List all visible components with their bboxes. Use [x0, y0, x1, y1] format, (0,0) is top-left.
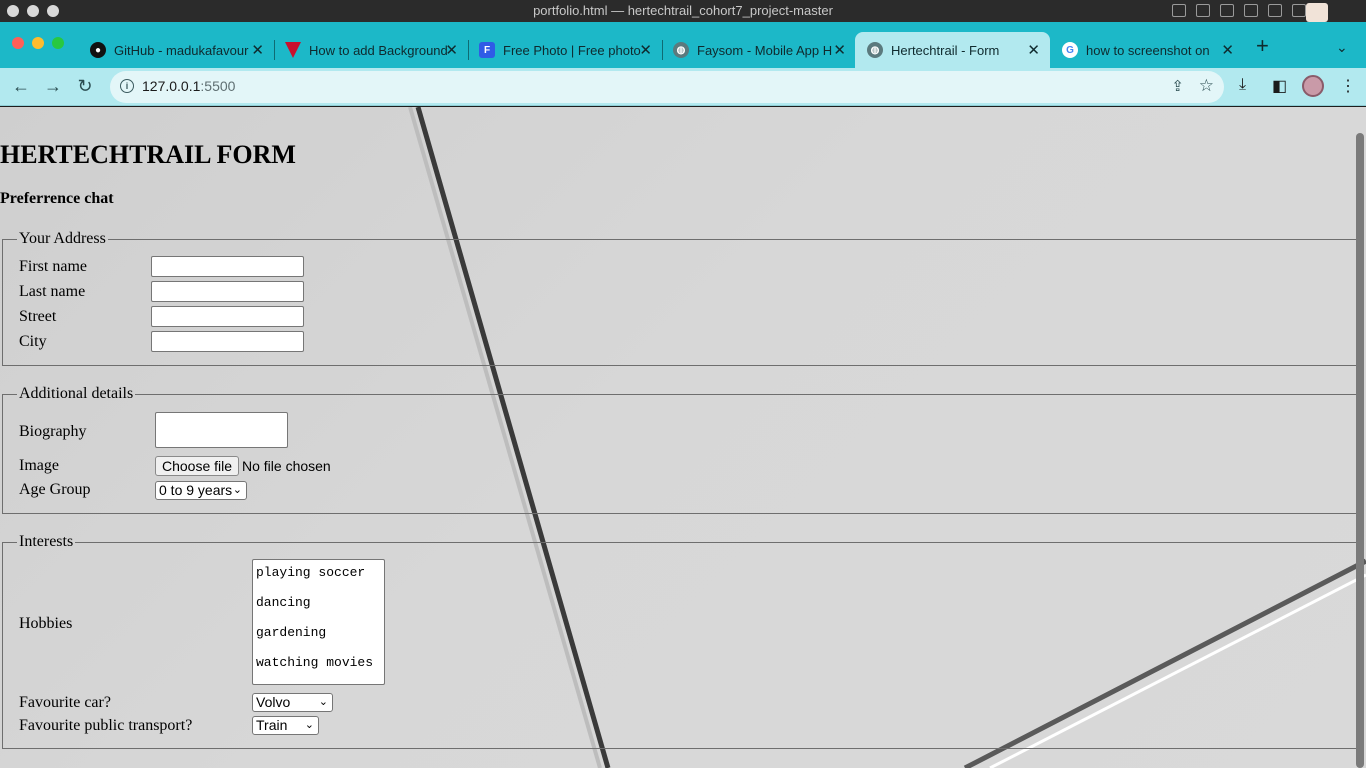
window-titlebar: portfolio.html — hertechtrail_cohort7_pr… — [0, 0, 1366, 22]
close-tab-icon[interactable]: ✕ — [251, 41, 264, 59]
layout-left-icon[interactable] — [1172, 4, 1186, 17]
tab-label: Faysom - Mobile App H — [697, 42, 833, 58]
close-tab-icon[interactable]: ✕ — [445, 41, 458, 59]
address-bar[interactable]: i 127.0.0.1:5500 ⇪ ☆ — [110, 71, 1224, 103]
chevron-down-icon: ⌄ — [318, 696, 328, 708]
layout-bottom-icon[interactable] — [1196, 4, 1210, 17]
window-title: portfolio.html — hertechtrail_cohort7_pr… — [533, 3, 833, 18]
tab-faysom[interactable]: ◍ Faysom - Mobile App H ✕ — [661, 32, 856, 68]
tab-strip: ● GitHub - madukafavour ✕ How to add Bac… — [0, 22, 1366, 68]
fullscreen-button[interactable] — [52, 37, 64, 49]
age-group-label: Age Group — [19, 481, 91, 498]
hobby-option[interactable]: gardening — [256, 625, 381, 655]
reload-icon[interactable]: ↻ — [74, 75, 96, 97]
tab-hertechtrail[interactable]: ◍ Hertechtrail - Form ✕ — [855, 32, 1050, 68]
favourite-transport-select[interactable]: Train ⌄ — [252, 716, 319, 735]
url-host: 127.0.0.1 — [142, 78, 201, 94]
biography-textarea[interactable] — [155, 412, 288, 448]
page-title: HERTECHTRAIL FORM — [0, 140, 296, 169]
github-icon: ● — [90, 42, 106, 58]
page-subtitle: Preferrence chat — [0, 190, 114, 207]
tab-label: how to screenshot on — [1086, 42, 1210, 58]
close-tab-icon[interactable]: ✕ — [1221, 41, 1234, 59]
hobby-option[interactable]: dancing — [256, 595, 381, 625]
hobbies-label: Hobbies — [19, 615, 73, 632]
interests-fieldset: Interests — [2, 533, 1364, 749]
globe-icon: ◍ — [673, 42, 689, 58]
layout-split-icon[interactable] — [1220, 4, 1234, 17]
forward-arrow-icon[interactable]: → — [42, 75, 64, 97]
hobbies-listbox[interactable]: playing soccer dancing gardening watchin… — [252, 559, 385, 685]
download-icon[interactable]: ⤓ — [1239, 76, 1246, 94]
hobby-option[interactable]: playing soccer — [256, 565, 381, 595]
app-avatar-icon — [1306, 3, 1328, 22]
share-icon[interactable]: ⇪ — [1171, 77, 1184, 95]
close-tab-icon[interactable]: ✕ — [833, 41, 846, 59]
favourite-car-value: Volvo — [256, 694, 291, 710]
tab-background[interactable]: How to add Background ✕ — [273, 32, 469, 68]
tab-label: How to add Background — [309, 42, 448, 58]
url-port: :5500 — [200, 78, 236, 94]
favourite-car-label: Favourite car? — [19, 694, 111, 711]
minimize-button[interactable] — [32, 37, 44, 49]
profile-avatar[interactable] — [1302, 75, 1324, 97]
choose-file-button[interactable]: Choose file — [155, 456, 240, 476]
browser-traffic-lights — [12, 37, 64, 49]
side-panel-icon[interactable]: ◧ — [1272, 76, 1287, 96]
freepik-icon: F — [479, 42, 495, 58]
last-name-label: Last name — [19, 283, 86, 300]
layout-quad-icon[interactable] — [1292, 4, 1306, 17]
first-name-input[interactable] — [151, 256, 304, 277]
first-name-label: First name — [19, 258, 87, 275]
street-label: Street — [19, 308, 57, 325]
image-label: Image — [19, 457, 59, 474]
tab-label: Hertechtrail - Form — [891, 42, 1000, 58]
vercel-icon — [285, 42, 301, 58]
close-button[interactable] — [12, 37, 24, 49]
age-group-select[interactable]: 0 to 9 years ⌄ — [155, 481, 247, 500]
bookmark-star-icon[interactable]: ☆ — [1199, 76, 1214, 96]
tab-free-photo[interactable]: F Free Photo | Free photo ✕ — [467, 32, 663, 68]
layout-grid-icon[interactable] — [1244, 4, 1258, 17]
new-tab-icon[interactable]: + — [1256, 35, 1269, 57]
street-input[interactable] — [151, 306, 304, 327]
tab-label: Free Photo | Free photo — [503, 42, 641, 58]
favourite-car-select[interactable]: Volvo ⌄ — [252, 693, 333, 712]
last-name-input[interactable] — [151, 281, 304, 302]
close-tab-icon[interactable]: ✕ — [1027, 41, 1040, 59]
more-menu-icon[interactable]: ⋮ — [1340, 76, 1356, 96]
chevron-down-icon: ⌄ — [232, 484, 242, 496]
browser-toolbar: ← → ↻ i 127.0.0.1:5500 ⇪ ☆ ⤓ ◧ ⋮ — [0, 68, 1366, 106]
hobby-option[interactable]: watching movies — [256, 655, 381, 685]
layout-columns-icon[interactable] — [1268, 4, 1282, 17]
tab-label: GitHub - madukafavour — [114, 42, 249, 58]
back-arrow-icon[interactable]: ← — [10, 75, 32, 97]
site-info-icon[interactable]: i — [120, 79, 134, 93]
city-label: City — [19, 333, 47, 350]
globe-icon: ◍ — [867, 42, 883, 58]
favourite-transport-label: Favourite public transport? — [19, 717, 193, 734]
url-text[interactable]: 127.0.0.1:5500 — [142, 78, 235, 94]
window-layout-icons — [1172, 4, 1306, 17]
tab-github[interactable]: ● GitHub - madukafavour ✕ — [78, 32, 275, 68]
chevron-down-icon: ⌄ — [304, 719, 314, 731]
close-tab-icon[interactable]: ✕ — [639, 41, 652, 59]
favourite-transport-value: Train — [256, 717, 288, 733]
details-legend: Additional details — [19, 385, 134, 402]
tab-screenshot[interactable]: G how to screenshot on ✕ — [1050, 32, 1244, 68]
address-legend: Your Address — [19, 230, 106, 247]
city-input[interactable] — [151, 331, 304, 352]
age-group-value: 0 to 9 years — [159, 482, 233, 498]
chevron-down-icon[interactable]: ⌄ — [1336, 39, 1348, 56]
biography-label: Biography — [19, 423, 87, 440]
interests-legend: Interests — [19, 533, 74, 550]
page-scrollbar[interactable] — [1356, 133, 1364, 768]
page-content: HERTECHTRAIL FORM Preferrence chat Your … — [0, 107, 1366, 768]
google-icon: G — [1062, 42, 1078, 58]
file-status-text: No file chosen — [242, 458, 331, 474]
